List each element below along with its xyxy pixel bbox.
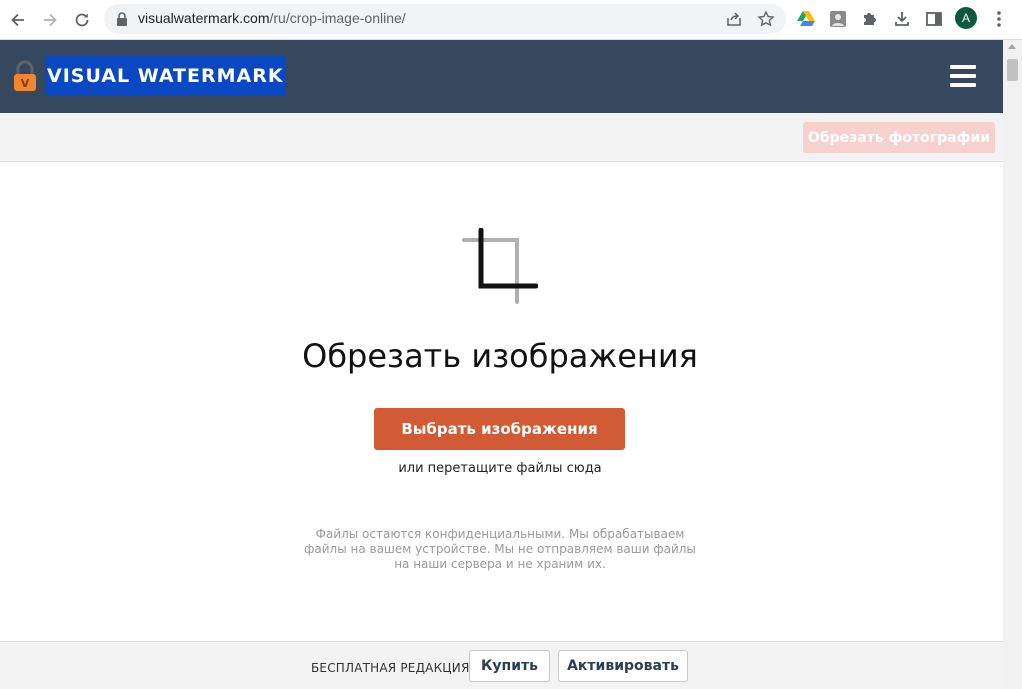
buy-button[interactable]: Купить — [469, 650, 550, 682]
scroll-thumb[interactable] — [1007, 59, 1018, 81]
page-scrollbar[interactable] — [1003, 40, 1022, 689]
logo-letter: V — [21, 77, 30, 90]
lock-icon[interactable] — [116, 12, 128, 26]
google-drive-icon[interactable] — [794, 7, 818, 31]
drop-hint-text: или перетащите файлы сюда — [398, 461, 602, 476]
site-header: V VISUAL WATERMARK — [0, 40, 1003, 113]
select-images-button[interactable]: Выбрать изображения — [374, 408, 625, 450]
browser-toolbar: visualwatermark.com/ru/crop-image-online… — [0, 0, 1022, 40]
privacy-line: Файлы остаются конфиденциальными. Мы обр… — [315, 527, 685, 541]
privacy-line: файлы на вашем устройстве. Мы не отправл… — [304, 542, 696, 556]
crop-icon — [462, 228, 538, 304]
scroll-up-arrow-icon[interactable] — [1008, 44, 1016, 49]
privacy-line: на наши сервера и не храним их. — [394, 557, 606, 571]
action-bar: Обрезать фотографии — [0, 113, 1003, 162]
more-icon[interactable] — [987, 7, 1011, 31]
puzzle-icon[interactable] — [858, 7, 882, 31]
reload-icon[interactable] — [68, 6, 96, 34]
license-bar: БЕСПЛАТНАЯ РЕДАКЦИЯ Купить Активировать — [0, 641, 1003, 689]
logo-text[interactable]: VISUAL WATERMARK — [45, 56, 286, 96]
profile-avatar[interactable]: A — [955, 7, 977, 29]
privacy-note: Файлы остаются конфиденциальными. Мы обр… — [300, 527, 700, 572]
star-icon[interactable] — [756, 9, 776, 29]
download-icon[interactable] — [890, 7, 914, 31]
side-panel-icon[interactable] — [922, 7, 946, 31]
extension-photo-icon[interactable] — [826, 7, 850, 31]
hamburger-menu-icon[interactable] — [950, 65, 976, 87]
back-icon[interactable] — [4, 6, 32, 34]
share-icon[interactable] — [724, 9, 744, 29]
crop-photos-button[interactable]: Обрезать фотографии — [803, 122, 995, 153]
edition-label: БЕСПЛАТНАЯ РЕДАКЦИЯ — [311, 661, 470, 675]
activate-button[interactable]: Активировать — [558, 650, 688, 682]
page-title: Обрезать изображения — [302, 337, 698, 375]
url-host: visualwatermark.com — [138, 10, 270, 26]
url-text: visualwatermark.com/ru/crop-image-online… — [138, 10, 406, 26]
address-bar[interactable]: visualwatermark.com/ru/crop-image-online… — [104, 4, 786, 34]
url-path: /ru/crop-image-online/ — [269, 10, 406, 26]
lock-logo-icon[interactable]: V — [11, 60, 39, 92]
page-root: visualwatermark.com/ru/crop-image-online… — [0, 0, 1022, 689]
forward-icon[interactable] — [36, 6, 64, 34]
